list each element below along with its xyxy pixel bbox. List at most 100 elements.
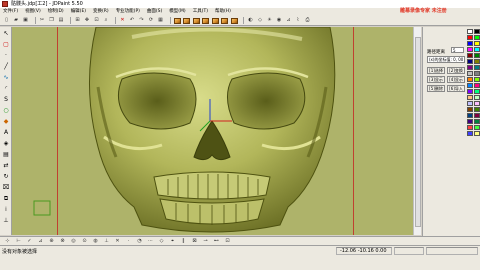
- pan-icon[interactable]: ⊡: [93, 17, 100, 24]
- menu-item-2[interactable]: 绘制(D): [48, 8, 64, 16]
- color-swatch[interactable]: [467, 95, 473, 100]
- track-icon[interactable]: ⊸: [202, 238, 209, 245]
- color-swatch[interactable]: [467, 89, 473, 94]
- color-swatch[interactable]: [467, 47, 473, 52]
- color-swatch[interactable]: [474, 89, 480, 94]
- tangent-icon[interactable]: ◍: [92, 238, 99, 245]
- redo-icon[interactable]: ↷: [138, 17, 145, 24]
- light-icon[interactable]: ☀: [266, 17, 273, 24]
- color-swatch[interactable]: [474, 41, 480, 46]
- color-swatch[interactable]: [474, 113, 480, 118]
- wireframe-icon[interactable]: ◇: [257, 17, 264, 24]
- color-swatch[interactable]: [474, 59, 480, 64]
- zoom-icon[interactable]: ⌕: [103, 17, 110, 24]
- vertical-scrollbar[interactable]: [413, 27, 421, 235]
- array-tool-icon[interactable]: ⁞: [2, 205, 11, 214]
- line-tool-icon[interactable]: ╱: [2, 62, 11, 71]
- undo-icon[interactable]: ↶: [129, 17, 136, 24]
- print-icon[interactable]: ⎙: [304, 17, 311, 24]
- view-left-icon[interactable]: [192, 17, 200, 24]
- endpoint-icon[interactable]: ◎: [70, 238, 77, 245]
- color-swatch[interactable]: [474, 107, 480, 112]
- color-swatch[interactable]: [474, 29, 480, 34]
- render-icon[interactable]: ◉: [276, 17, 283, 24]
- mirror-tool-icon[interactable]: ⇄: [2, 161, 11, 170]
- color-swatch[interactable]: [474, 53, 480, 58]
- drawing-canvas[interactable]: [12, 27, 413, 235]
- select-all-icon[interactable]: ⊞: [74, 17, 81, 24]
- osnap-icon[interactable]: ✓: [26, 238, 33, 245]
- measure-icon[interactable]: ⊿: [285, 17, 292, 24]
- pointer-tool-icon[interactable]: ↖: [2, 29, 11, 38]
- intersection-icon[interactable]: ✕: [114, 238, 121, 245]
- view-front-icon[interactable]: [183, 17, 190, 24]
- menu-item-8[interactable]: 工具(T): [193, 8, 208, 16]
- panel-button-3[interactable]: [3]显示: [427, 76, 445, 83]
- color-swatch[interactable]: [474, 65, 480, 70]
- panel-button-5[interactable]: [5]删除: [427, 85, 445, 92]
- color-swatch[interactable]: [467, 107, 473, 112]
- lock-icon[interactable]: ⊡: [224, 238, 231, 245]
- color-swatch[interactable]: [474, 119, 480, 124]
- color-swatch[interactable]: [467, 113, 473, 118]
- rectangle-tool-icon[interactable]: ▢: [2, 40, 11, 49]
- copy-icon[interactable]: ❐: [48, 17, 55, 24]
- panel-button-6[interactable]: [6]导入: [447, 85, 465, 92]
- apparent-icon[interactable]: ⊠: [191, 238, 198, 245]
- ortho-icon[interactable]: ⊢: [15, 238, 22, 245]
- nearest-icon[interactable]: ·: [125, 238, 132, 245]
- polyline-tool-icon[interactable]: ∿: [2, 73, 11, 82]
- save-icon[interactable]: ▣: [22, 17, 29, 24]
- menu-item-0[interactable]: 文件(F): [3, 8, 18, 16]
- paste-icon[interactable]: ▤: [58, 17, 65, 24]
- color-swatch[interactable]: [474, 83, 480, 88]
- rotate-tool-icon[interactable]: ↻: [2, 172, 11, 181]
- grid-snap-icon[interactable]: ⊕: [48, 238, 55, 245]
- perpendicular-icon[interactable]: ⊥: [103, 238, 110, 245]
- quadrant-icon[interactable]: ◔: [136, 238, 143, 245]
- color-swatch[interactable]: [474, 77, 480, 82]
- shade-icon[interactable]: ◐: [247, 17, 254, 24]
- dynamic-icon[interactable]: ⊷: [213, 238, 220, 245]
- cut-icon[interactable]: ✂: [39, 17, 46, 24]
- color-swatch[interactable]: [467, 83, 473, 88]
- menu-item-6[interactable]: 曲面(S): [147, 8, 162, 16]
- delete-icon[interactable]: ✕: [119, 17, 126, 24]
- trim-tool-icon[interactable]: ⌧: [2, 183, 11, 192]
- view-back-icon[interactable]: [211, 17, 219, 24]
- coordinate-field[interactable]: (x)的坐标值: 0, 00: [427, 56, 465, 63]
- view-iso2-icon[interactable]: [230, 17, 238, 24]
- insert-icon[interactable]: ⌖: [169, 238, 176, 245]
- color-swatch[interactable]: [467, 125, 473, 130]
- menu-item-9[interactable]: 帮助(H): [215, 8, 231, 16]
- menu-item-4[interactable]: 变换(R): [93, 8, 109, 16]
- spline-tool-icon[interactable]: S: [2, 95, 11, 104]
- color-swatch[interactable]: [467, 53, 473, 58]
- point-tool-icon[interactable]: ·: [2, 51, 11, 60]
- color-swatch[interactable]: [467, 101, 473, 106]
- color-swatch[interactable]: [474, 125, 480, 130]
- color-swatch[interactable]: [467, 119, 473, 124]
- panel-button-1[interactable]: [1]选择: [427, 67, 445, 74]
- fill-tool-icon[interactable]: ◆: [2, 117, 11, 126]
- node-snap-icon[interactable]: ◇: [158, 238, 165, 245]
- center-icon[interactable]: ⊙: [81, 238, 88, 245]
- color-swatch[interactable]: [474, 71, 480, 76]
- align-tool-icon[interactable]: ▤: [2, 150, 11, 159]
- color-swatch[interactable]: [474, 95, 480, 100]
- color-swatch[interactable]: [474, 47, 480, 52]
- menu-item-1[interactable]: 视图(V): [25, 8, 41, 16]
- menu-item-3[interactable]: 编辑(E): [71, 8, 86, 16]
- node-tool-icon[interactable]: ◈: [2, 139, 11, 148]
- menu-item-7[interactable]: 模型(M): [169, 8, 185, 16]
- color-swatch[interactable]: [467, 59, 473, 64]
- color-swatch[interactable]: [467, 35, 473, 40]
- text-tool-icon[interactable]: A: [2, 128, 11, 137]
- polar-icon[interactable]: ⊿: [37, 238, 44, 245]
- view-iso-icon[interactable]: [221, 17, 228, 24]
- open-file-icon[interactable]: ▰: [13, 17, 20, 24]
- color-swatch[interactable]: [467, 131, 473, 136]
- midpoint-icon[interactable]: ⊗: [59, 238, 66, 245]
- menu-item-5[interactable]: 专业功能(P): [116, 8, 140, 16]
- snap-icon[interactable]: ⊹: [4, 238, 11, 245]
